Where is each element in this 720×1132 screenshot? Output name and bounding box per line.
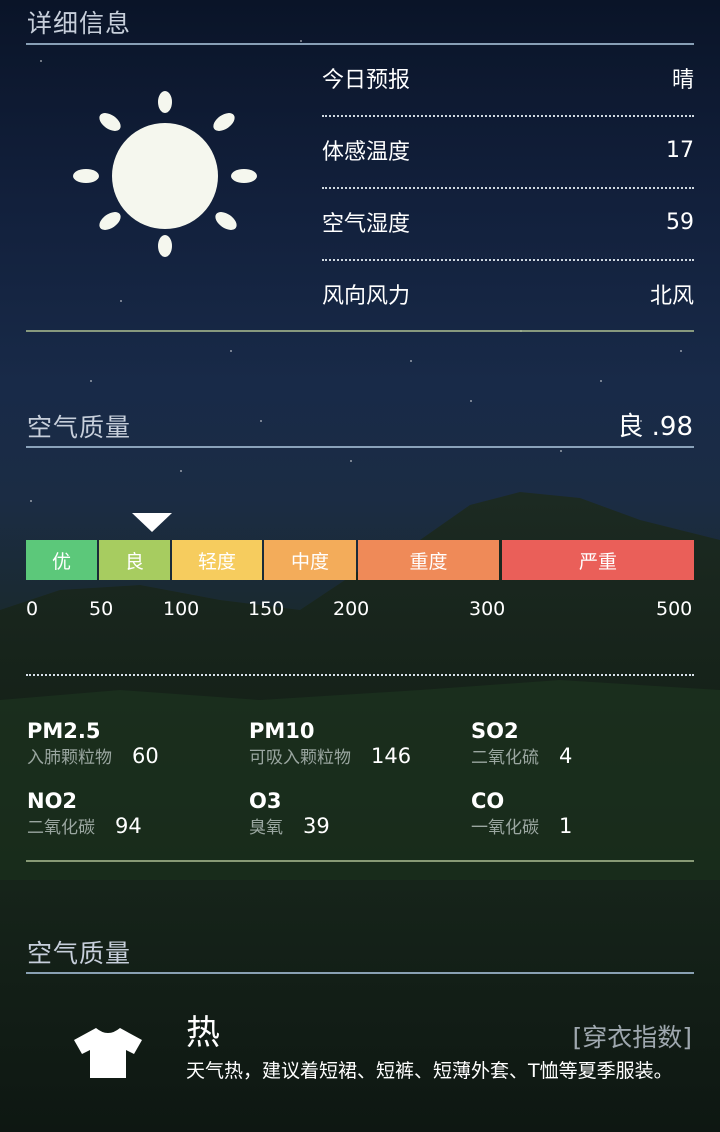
detail-value: 17 — [666, 137, 694, 163]
aqi-pointer-icon — [132, 513, 172, 532]
pollutant-value: 1 — [559, 814, 573, 838]
details-bottom-divider — [26, 330, 694, 332]
air-quality-title-divider — [26, 446, 694, 448]
aqi-segment-moderate: 中度 — [264, 540, 356, 580]
pollutant-value: 4 — [559, 744, 573, 768]
index-section-title: 空气质量 — [27, 939, 132, 968]
air-quality-title: 空气质量 — [27, 413, 132, 442]
aqi-tick: 300 — [469, 598, 506, 620]
pollutant-no2: NO2 二氧化碳 94 — [27, 789, 142, 838]
pollutant-value: 94 — [115, 814, 142, 838]
detail-label: 风向风力 — [322, 284, 411, 309]
aqi-segment-good: 良 — [99, 540, 170, 580]
pollutant-name: PM2.5 — [27, 719, 101, 743]
aqi-tick: 50 — [89, 598, 114, 620]
aqi-segment-excellent: 优 — [26, 540, 97, 580]
pollutant-pm10: PM10 可吸入颗粒物 146 — [249, 719, 411, 768]
detail-divider — [322, 187, 694, 189]
pollutant-cn: 一氧化碳 — [471, 818, 539, 838]
details-title: 详细信息 — [27, 9, 132, 38]
index-level: 热 — [186, 1013, 220, 1053]
detail-row-humidity: 空气湿度 59 — [322, 202, 694, 242]
detail-row-feels-like: 体感温度 17 — [322, 130, 694, 170]
pollutant-name: NO2 — [27, 789, 78, 813]
index-category: [穿衣指数] — [572, 1023, 692, 1052]
index-description: 天气热，建议着短裙、短裤、短薄外套、T恤等夏季服装。 — [186, 1060, 673, 1082]
pollutants-bottom-divider — [26, 860, 694, 862]
aqi-value: .98 — [651, 412, 693, 442]
index-title-divider — [26, 972, 694, 974]
pollutant-cn: 二氧化碳 — [27, 818, 95, 838]
aqi-tick: 100 — [163, 598, 200, 620]
pollutant-co: CO 一氧化碳 1 — [471, 789, 572, 838]
detail-value: 北风 — [649, 284, 694, 309]
tshirt-icon — [72, 1026, 144, 1080]
detail-value: 晴 — [671, 68, 694, 93]
pollutant-name: O3 — [249, 789, 282, 813]
detail-label: 体感温度 — [322, 140, 411, 165]
pollutant-o3: O3 臭氧 39 — [249, 789, 330, 838]
pollutant-name: SO2 — [471, 719, 519, 743]
detail-value: 59 — [666, 209, 694, 235]
pollutant-cn: 可吸入颗粒物 — [249, 748, 351, 768]
detail-row-forecast: 今日预报 晴 — [322, 58, 694, 98]
details-title-divider — [26, 43, 694, 45]
pollutant-so2: SO2 二氧化硫 4 — [471, 719, 572, 768]
pollutant-value: 60 — [132, 744, 159, 768]
aqi-tick: 500 — [656, 598, 693, 620]
aqi-summary: 良 .98 — [617, 406, 693, 443]
aqi-divider — [26, 674, 694, 676]
pollutant-name: PM10 — [249, 719, 315, 743]
aqi-segment-light: 轻度 — [172, 540, 262, 580]
aqi-segment-severe: 严重 — [502, 540, 694, 580]
detail-label: 空气湿度 — [322, 212, 411, 237]
detail-divider — [322, 115, 694, 117]
pollutant-cn: 入肺颗粒物 — [27, 748, 112, 768]
pollutant-value: 146 — [371, 744, 412, 768]
aqi-level: 良 — [617, 412, 644, 442]
pollutant-name: CO — [471, 789, 505, 813]
pollutant-cn: 臭氧 — [249, 818, 283, 838]
detail-label: 今日预报 — [322, 68, 411, 93]
pollutant-cn: 二氧化硫 — [471, 748, 539, 768]
aqi-tick: 200 — [333, 598, 370, 620]
pollutant-pm25: PM2.5 入肺颗粒物 60 — [27, 719, 159, 768]
detail-row-wind: 风向风力 北风 — [322, 274, 694, 314]
aqi-segment-heavy: 重度 — [358, 540, 499, 580]
pollutant-value: 39 — [303, 814, 330, 838]
detail-divider — [322, 259, 694, 261]
sun-icon — [66, 88, 266, 264]
aqi-tick: 150 — [248, 598, 285, 620]
aqi-tick: 0 — [26, 598, 39, 620]
